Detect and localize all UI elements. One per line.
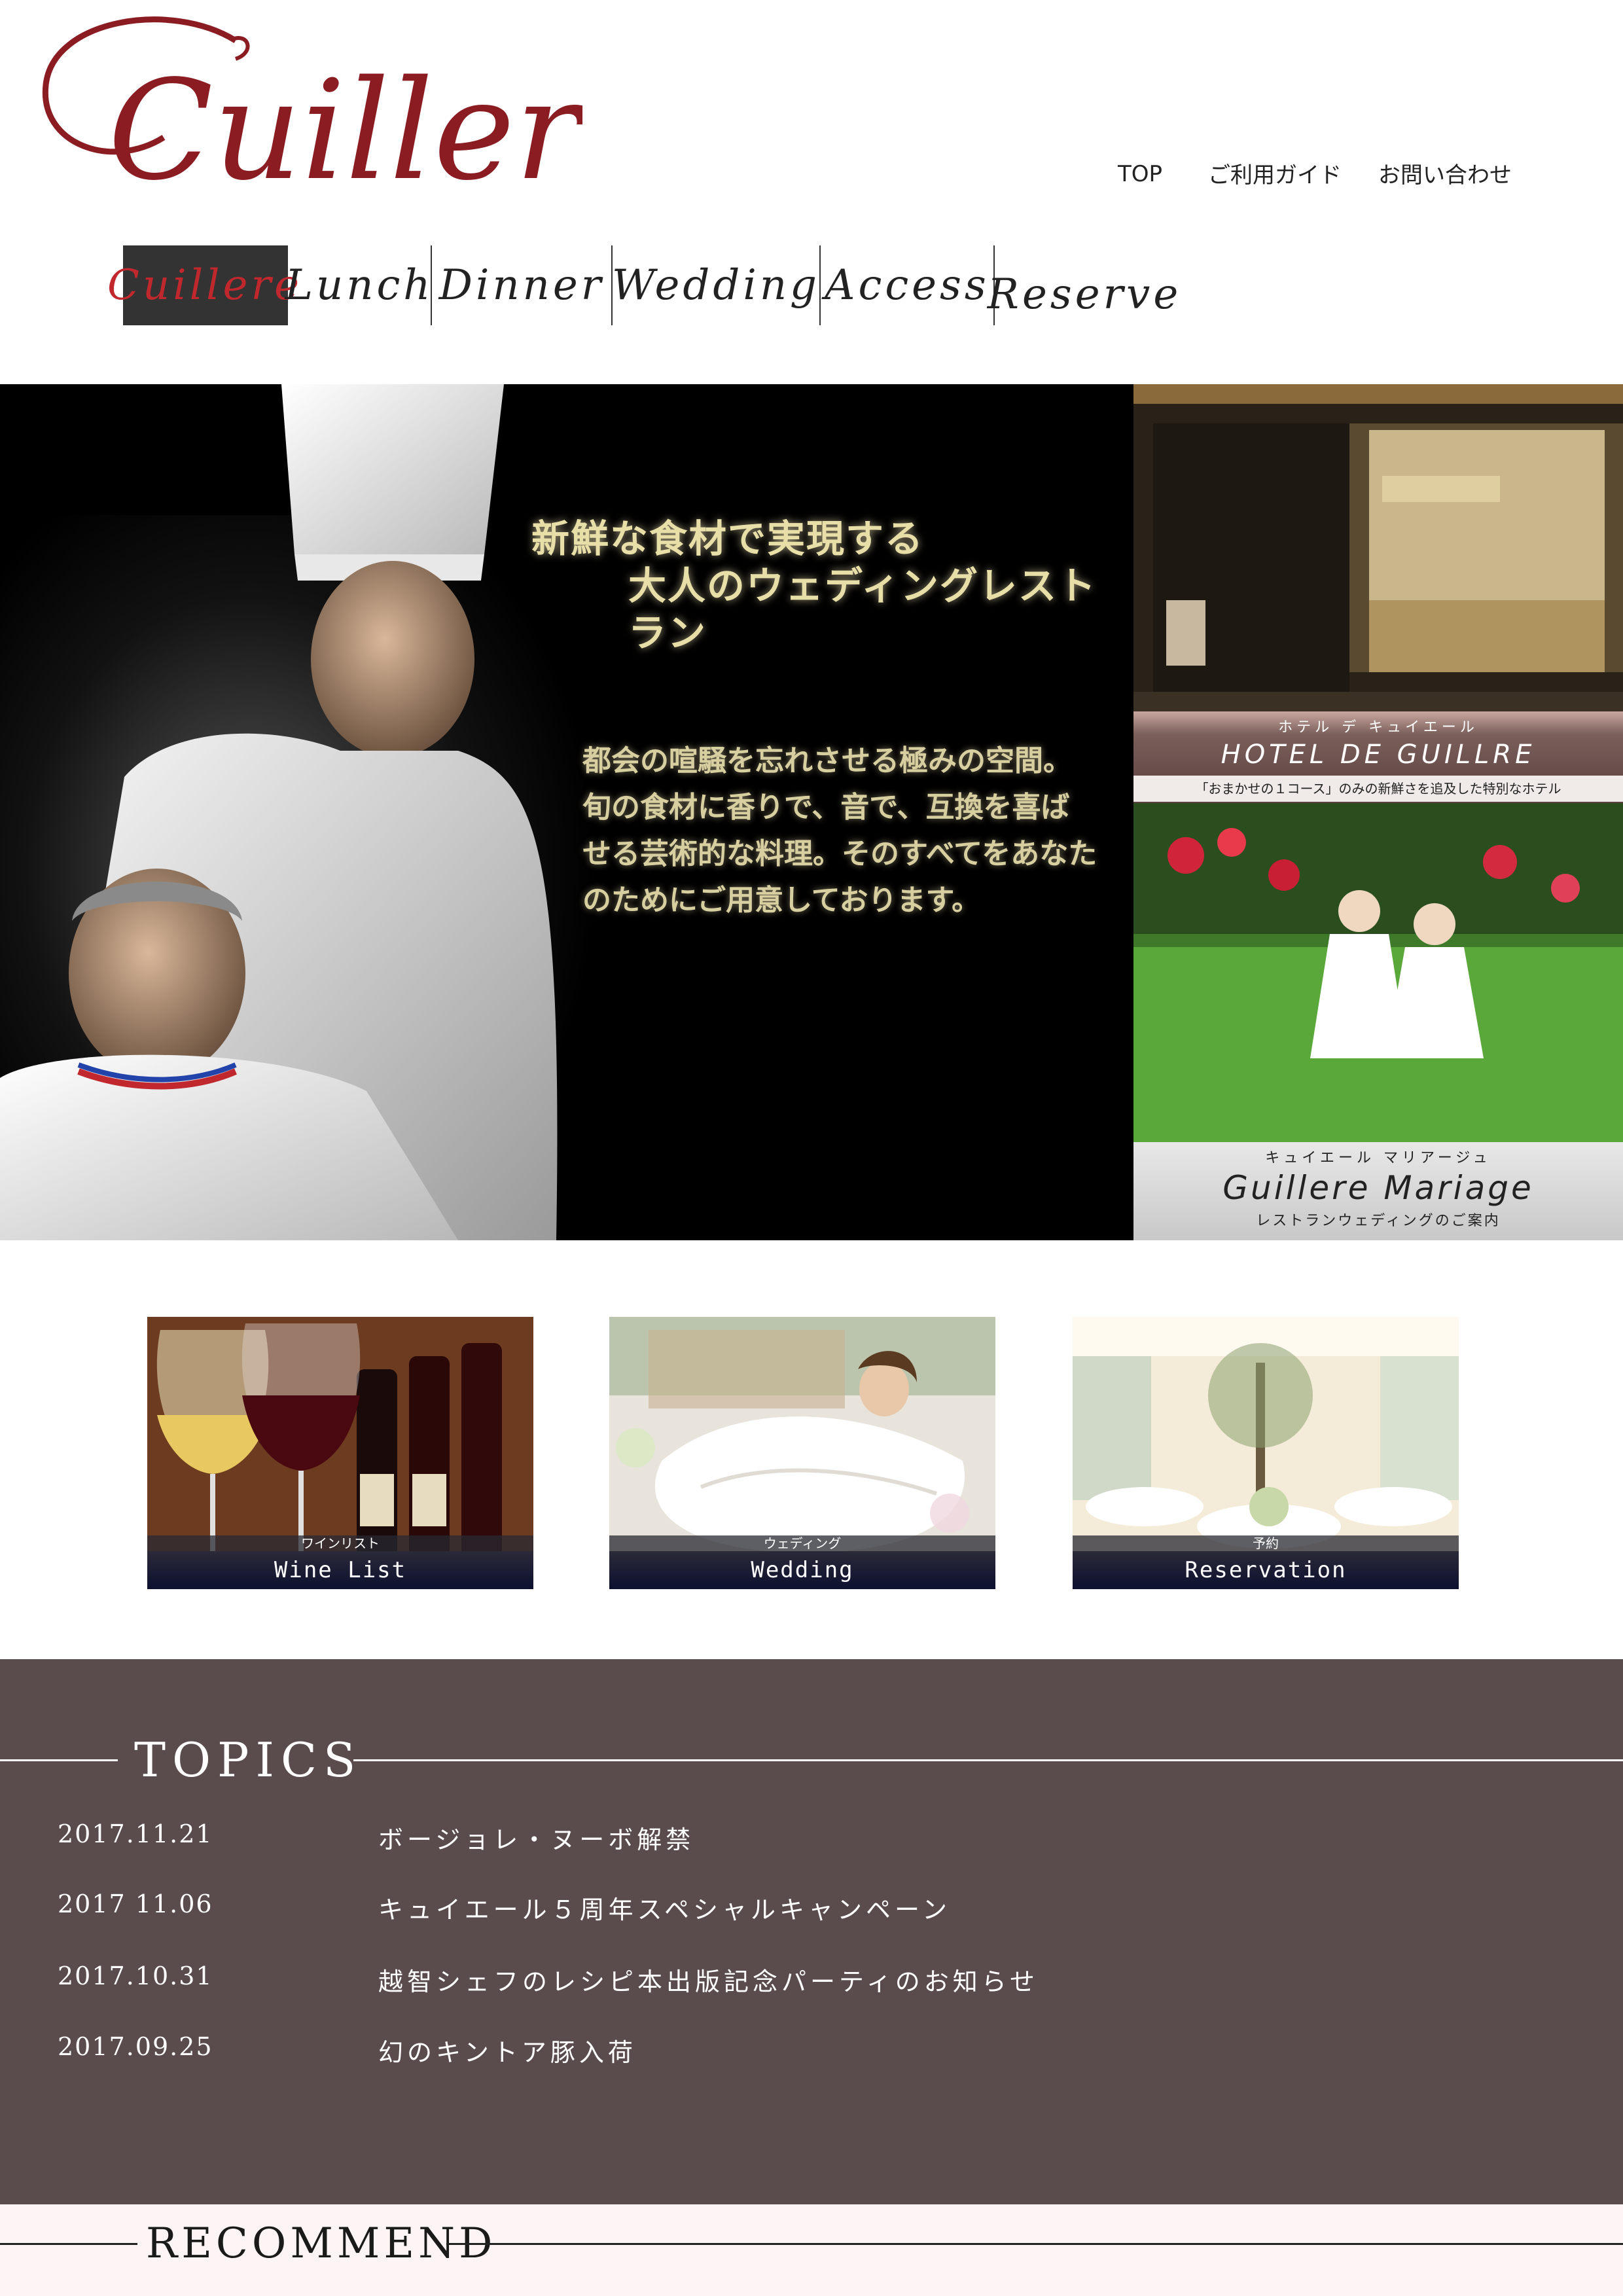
util-link-contact[interactable]: お問い合わせ [1378, 157, 1512, 189]
hero-description: 都会の喧騒を忘れさせる極みの空間。 旬の食材に香りで、音で、互換を喜ば せる芸術… [582, 738, 1119, 924]
bride-face [859, 1361, 909, 1416]
hero-title: 新鮮な食材で実現する 大人のウェディングレストラン [531, 515, 1133, 656]
topic-title: キュイエール５周年スペシャルキャンペーン [378, 1895, 952, 1924]
chef-hat [281, 384, 504, 554]
card-label: 予約 Reservation [1073, 1535, 1459, 1589]
hotel-caption: ホテル デ キュイエール HOTEL DE GUILLRE 「おまかせの１コース… [1133, 711, 1623, 803]
card-label: ワインリスト Wine List [147, 1535, 533, 1589]
heading-rule-left [0, 2243, 137, 2245]
hotel-kana: ホテル デ キュイエール [1278, 719, 1478, 736]
logo-text: Cuillere [108, 50, 582, 203]
util-link-top[interactable]: TOP [1118, 161, 1162, 187]
card-kana: ウェディング [609, 1535, 995, 1551]
topic-item[interactable]: 2017.09.25 幻のキントア豚入荷 [0, 2032, 1623, 2072]
hero-title-line2: 大人のウェディングレストラン [628, 564, 1097, 655]
card-label: ウェディング Wedding [609, 1535, 995, 1589]
hero-title-line1: 新鮮な食材で実現する [531, 516, 925, 561]
recommend-section: RECOMMEND [0, 2204, 1623, 2296]
hero-banner: 新鮮な食材で実現する 大人のウェディングレストラン 都会の喧騒を忘れさせる極みの… [0, 384, 1133, 1240]
topics-title: TOPICS [134, 1732, 363, 1787]
topics-heading: TOPICS [0, 1698, 1623, 1784]
wine-list-card[interactable]: ワインリスト Wine List [147, 1317, 533, 1589]
logo-wordmark: Cuillere [42, 16, 662, 211]
mariage-banner[interactable]: キュイエール マリアージュ Guillere Mariage レストランウェディ… [1133, 803, 1623, 1240]
topic-item[interactable]: 2017 11.06 キュイエール５周年スペシャルキャンペーン [0, 1890, 1623, 1929]
nav-item-lunch[interactable]: Lunch [285, 245, 432, 325]
topic-date: 2017.09.25 [58, 2032, 213, 2061]
mariage-kana: キュイエール マリアージュ [1265, 1150, 1491, 1166]
topic-item[interactable]: 2017.11.21 ボージョレ・ヌーボ解禁 [0, 1820, 1623, 1859]
topics-section: TOPICS 2017.11.21 ボージョレ・ヌーボ解禁 2017 11.06… [0, 1659, 1623, 2204]
round-table [1086, 1487, 1204, 1526]
hotel-subtitle: 「おまかせの１コース」のみの新鮮さを追及した特別なホテル [1133, 776, 1623, 802]
nav-item-reserve[interactable]: Reserve [988, 264, 1178, 325]
card-kana: ワインリスト [147, 1535, 533, 1551]
hero-body-line: のためにご用意しております。 [582, 884, 981, 917]
card-kana: 予約 [1073, 1535, 1459, 1551]
topic-title: ボージョレ・ヌーボ解禁 [378, 1825, 695, 1854]
hotel-banner[interactable]: ホテル デ キュイエール HOTEL DE GUILLRE 「おまかせの１コース… [1133, 384, 1623, 803]
recommend-title: RECOMMEND [146, 2219, 497, 2268]
card-title: Reservation [1185, 1557, 1347, 1583]
chef-face-young [311, 561, 474, 757]
card-title: Wine List [274, 1557, 407, 1583]
flower-girls-photo [1133, 803, 1623, 1143]
heading-rule-left [0, 1759, 118, 1761]
util-link-guide[interactable]: ご利用ガイド [1208, 157, 1342, 189]
hero-body-line: 旬の食材に香りで、音で、互換を喜ば [582, 791, 1070, 824]
hero-body-line: 都会の喧騒を忘れさせる極みの空間。 [582, 744, 1072, 778]
menu-stand [1166, 600, 1205, 666]
heading-rule-right [446, 2243, 1623, 2245]
girl-face [1338, 890, 1380, 932]
nav-item-access[interactable]: Access [821, 245, 995, 325]
card-title: Wedding [751, 1557, 854, 1583]
site-logo[interactable]: Cuillere [39, 7, 662, 211]
topic-date: 2017.11.21 [58, 1820, 213, 1848]
mariage-name: Guillere Mariage [1222, 1169, 1534, 1207]
hotel-name: HOTEL DE GUILLRE [1221, 740, 1536, 770]
hero-body-line: せる芸術的な料理。そのすべてをあなた [582, 837, 1097, 870]
heading-rule-right [353, 1759, 1623, 1761]
topic-title: 越智シェフのレシピ本出版記念パーティのお知らせ [378, 1967, 1039, 1996]
topic-item[interactable]: 2017.10.31 越智シェフのレシピ本出版記念パーティのお知らせ [0, 1962, 1623, 2001]
utility-nav: TOP ご利用ガイド お問い合わせ [1113, 157, 1512, 188]
chandelier [1382, 476, 1500, 502]
rose [1168, 837, 1204, 874]
hotel-interior-photo [1133, 384, 1623, 711]
topic-title: 幻のキントア豚入荷 [378, 2038, 637, 2067]
reservation-card[interactable]: 予約 Reservation [1073, 1317, 1459, 1589]
nav-item-cuillere[interactable]: Cuillere [107, 245, 299, 325]
topic-date: 2017.10.31 [58, 1962, 213, 1990]
nav-item-dinner[interactable]: Dinner [432, 245, 613, 325]
global-nav: Cuillere Lunch Dinner Wedding Access Res… [107, 245, 1178, 325]
wedding-card[interactable]: ウェディング Wedding [609, 1317, 995, 1589]
topic-date: 2017 11.06 [58, 1890, 213, 1918]
mariage-caption: キュイエール マリアージュ Guillere Mariage レストランウェディ… [1133, 1142, 1623, 1240]
nav-item-wedding[interactable]: Wedding [612, 245, 821, 325]
mariage-subtitle: レストランウェディングのご案内 [1256, 1213, 1501, 1229]
